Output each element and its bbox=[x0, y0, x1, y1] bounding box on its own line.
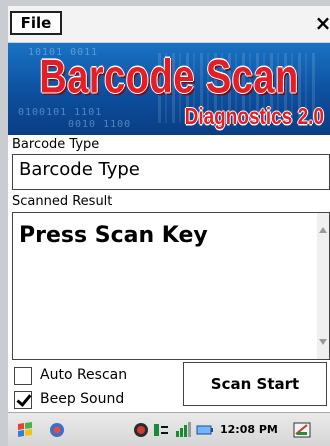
scroll-down-icon[interactable] bbox=[319, 339, 327, 345]
result-scrollbar[interactable] bbox=[317, 213, 329, 359]
checkmark-icon bbox=[16, 391, 32, 407]
scanned-result-label: Scanned Result bbox=[12, 194, 113, 209]
scroll-up-icon[interactable] bbox=[319, 227, 327, 233]
signal-icon[interactable] bbox=[174, 421, 192, 439]
network-icon[interactable] bbox=[132, 421, 150, 439]
file-menu-button[interactable]: File bbox=[10, 11, 62, 35]
taskbar-clock[interactable]: 12:08 PM bbox=[220, 423, 278, 436]
keyboard-icon[interactable] bbox=[293, 421, 311, 439]
menu-bar: File × bbox=[8, 6, 330, 43]
app-icon[interactable] bbox=[48, 421, 66, 439]
app-banner: 0100101 1101 0010 1100 10101 0011 Barcod… bbox=[8, 43, 330, 135]
auto-rescan-label: Auto Rescan bbox=[40, 367, 128, 383]
barcode-type-label: Barcode Type bbox=[12, 137, 100, 152]
banner-subtitle: Diagnostics 2.0 bbox=[184, 105, 324, 131]
banner-title: Barcode Scan bbox=[39, 51, 299, 104]
beep-sound-checkbox[interactable] bbox=[14, 391, 32, 409]
banner-binary-text: 0100101 1101 bbox=[18, 107, 103, 118]
start-flag-icon[interactable] bbox=[16, 421, 34, 439]
scanned-result-value: Press Scan Key bbox=[19, 223, 208, 248]
scan-start-button[interactable]: Scan Start bbox=[183, 362, 327, 406]
taskbar: 12:08 PM bbox=[8, 412, 330, 446]
battery-icon[interactable] bbox=[196, 421, 214, 439]
close-icon[interactable]: × bbox=[310, 9, 330, 37]
beep-sound-label: Beep Sound bbox=[40, 391, 125, 407]
scanned-result-area[interactable]: Press Scan Key bbox=[12, 212, 330, 360]
auto-rescan-checkbox[interactable] bbox=[14, 367, 32, 385]
banner-binary-text: 0010 1100 bbox=[68, 119, 132, 130]
app-window: File × 0100101 1101 0010 1100 10101 0011… bbox=[8, 6, 330, 446]
sync-icon[interactable] bbox=[152, 421, 170, 439]
barcode-type-field: Barcode Type bbox=[12, 154, 330, 190]
barcode-type-value: Barcode Type bbox=[19, 159, 140, 180]
